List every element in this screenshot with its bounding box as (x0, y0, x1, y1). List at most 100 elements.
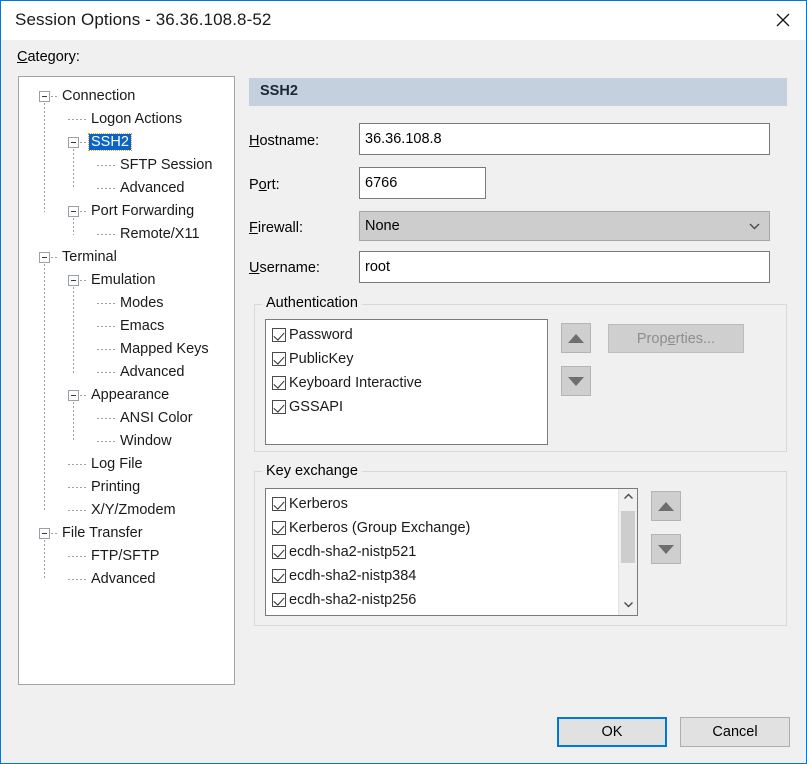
tree-guide-line (73, 287, 74, 373)
authentication-list[interactable]: Password PublicKey Keyboard Interactive GSS… (265, 319, 548, 445)
checkbox-icon[interactable] (272, 497, 286, 511)
key-exchange-item[interactable]: Kerberos (266, 492, 637, 516)
tree-item-label: Advanced (120, 364, 185, 380)
port-input[interactable]: 6766 (359, 167, 486, 199)
tree-item-label: X/Y/Zmodem (91, 502, 176, 518)
chevron-up-icon (623, 490, 634, 506)
tree-item-x-y-zmodem[interactable]: X/Y/Zmodem (19, 499, 178, 522)
tree-item-label: Log File (91, 456, 143, 472)
tree-item-remote-x11[interactable]: Remote/X11 (19, 223, 202, 246)
authentication-item[interactable]: PublicKey (266, 347, 547, 371)
tree-item-connection[interactable]: Connection (19, 85, 137, 108)
tree-item-terminal[interactable]: Terminal (19, 246, 119, 269)
tree-item-label: ANSI Color (120, 410, 193, 426)
key-exchange-item-label: Kerberos (289, 496, 348, 512)
chevron-down-icon (748, 220, 761, 233)
tree-guide-line (44, 264, 45, 511)
authentication-item[interactable]: GSSAPI (266, 395, 547, 419)
checkbox-icon[interactable] (272, 352, 286, 366)
authentication-item-label: GSSAPI (289, 399, 343, 415)
tree-expander-collapse-icon[interactable] (39, 91, 50, 102)
checkbox-icon[interactable] (272, 593, 286, 607)
checkbox-icon[interactable] (272, 328, 286, 342)
tree-item-sftp-session[interactable]: SFTP Session (19, 154, 214, 177)
tree-item-modes[interactable]: Modes (19, 292, 166, 315)
checkbox-icon[interactable] (272, 400, 286, 414)
tree-expander-collapse-icon[interactable] (68, 206, 79, 217)
key-exchange-item-label: ecdh-sha2-nistp256 (289, 592, 417, 608)
authentication-item-label: Password (289, 327, 353, 343)
tree-expander-collapse-icon[interactable] (68, 275, 79, 286)
scroll-down-button[interactable] (619, 597, 637, 615)
tree-item-emacs[interactable]: Emacs (19, 315, 166, 338)
tree-item-appearance[interactable]: Appearance (19, 384, 171, 407)
authentication-item[interactable]: Keyboard Interactive (266, 371, 547, 395)
key-exchange-item-label: ecdh-sha2-nistp521 (289, 544, 417, 560)
category-tree[interactable]: Connection Logon Actions SSH2 SFTP Session A… (19, 77, 234, 684)
tree-expander-collapse-icon[interactable] (68, 390, 79, 401)
key-exchange-item[interactable]: ecdh-sha2-nistp384 (266, 564, 637, 588)
username-input[interactable]: root (359, 251, 770, 283)
key-exchange-list[interactable]: Kerberos Kerberos (Group Exchange) ecdh-sh… (265, 488, 638, 616)
tree-item-label: Mapped Keys (120, 341, 209, 357)
ok-button[interactable]: OK (557, 717, 667, 747)
tree-item-file-transfer[interactable]: File Transfer (19, 522, 145, 545)
authentication-item-label: PublicKey (289, 351, 354, 367)
key-exchange-item[interactable]: ecdh-sha2-nistp521 (266, 540, 637, 564)
tree-item-label: Port Forwarding (91, 203, 195, 219)
window-title: Session Options - 36.36.108.8-52 (15, 10, 272, 29)
kex-move-down-button[interactable] (651, 534, 681, 564)
tree-guide-line (73, 218, 74, 235)
tree-item-printing[interactable]: Printing (19, 476, 142, 499)
tree-item-ftp-sftp[interactable]: FTP/SFTP (19, 545, 161, 568)
firewall-select[interactable]: None (359, 211, 770, 241)
tree-guide-line (44, 540, 45, 580)
tree-item-label: Emacs (120, 318, 165, 334)
tree-expander-collapse-icon[interactable] (39, 528, 50, 539)
kex-move-up-button[interactable] (651, 491, 681, 521)
category-tree-panel[interactable]: Connection Logon Actions SSH2 SFTP Session A… (18, 76, 235, 685)
tree-item-label: Logon Actions (91, 111, 183, 127)
tree-item-advanced[interactable]: Advanced (19, 568, 158, 591)
tree-item-label: Advanced (91, 571, 156, 587)
firewall-value: None (365, 218, 400, 234)
tree-expander-collapse-icon[interactable] (39, 252, 50, 263)
tree-item-ansi-color[interactable]: ANSI Color (19, 407, 195, 430)
scroll-up-button[interactable] (619, 489, 637, 507)
checkbox-icon[interactable] (272, 569, 286, 583)
tree-item-label: File Transfer (62, 525, 143, 541)
tree-guide-line (44, 103, 45, 212)
tree-item-window[interactable]: Window (19, 430, 174, 453)
cancel-button[interactable]: Cancel (680, 717, 790, 747)
scrollbar-thumb[interactable] (621, 511, 635, 563)
checkbox-icon[interactable] (272, 376, 286, 390)
authentication-item[interactable]: Password (266, 323, 547, 347)
auth-move-up-button[interactable] (561, 323, 591, 353)
key-exchange-scrollbar[interactable] (618, 489, 637, 615)
tree-item-port-forwarding[interactable]: Port Forwarding (19, 200, 196, 223)
tree-guide-line (73, 149, 74, 189)
checkbox-icon[interactable] (272, 521, 286, 535)
arrow-down-icon (568, 376, 584, 386)
tree-item-label: SSH2 (88, 133, 132, 151)
auth-properties-button[interactable]: Properties... (608, 324, 744, 353)
ok-button-label: OK (601, 724, 623, 740)
hostname-input[interactable]: 36.36.108.8 (359, 123, 770, 155)
tree-guide-line (73, 402, 74, 442)
username-value: root (365, 259, 390, 275)
pane-header: SSH2 (249, 78, 787, 106)
key-exchange-item[interactable]: Kerberos (Group Exchange) (266, 516, 637, 540)
tree-item-label: Terminal (62, 249, 117, 265)
tree-expander-collapse-icon[interactable] (68, 137, 79, 148)
port-value: 6766 (365, 175, 398, 191)
key-exchange-item[interactable]: ecdh-sha2-nistp256 (266, 588, 637, 612)
tree-item-emulation[interactable]: Emulation (19, 269, 157, 292)
close-button[interactable] (760, 1, 806, 38)
tree-item-mapped-keys[interactable]: Mapped Keys (19, 338, 211, 361)
checkbox-icon[interactable] (272, 545, 286, 559)
tree-item-log-file[interactable]: Log File (19, 453, 145, 476)
tree-item-label: FTP/SFTP (91, 548, 160, 564)
category-label: Category: (17, 49, 80, 65)
auth-move-down-button[interactable] (561, 366, 591, 396)
cancel-button-label: Cancel (712, 724, 758, 740)
